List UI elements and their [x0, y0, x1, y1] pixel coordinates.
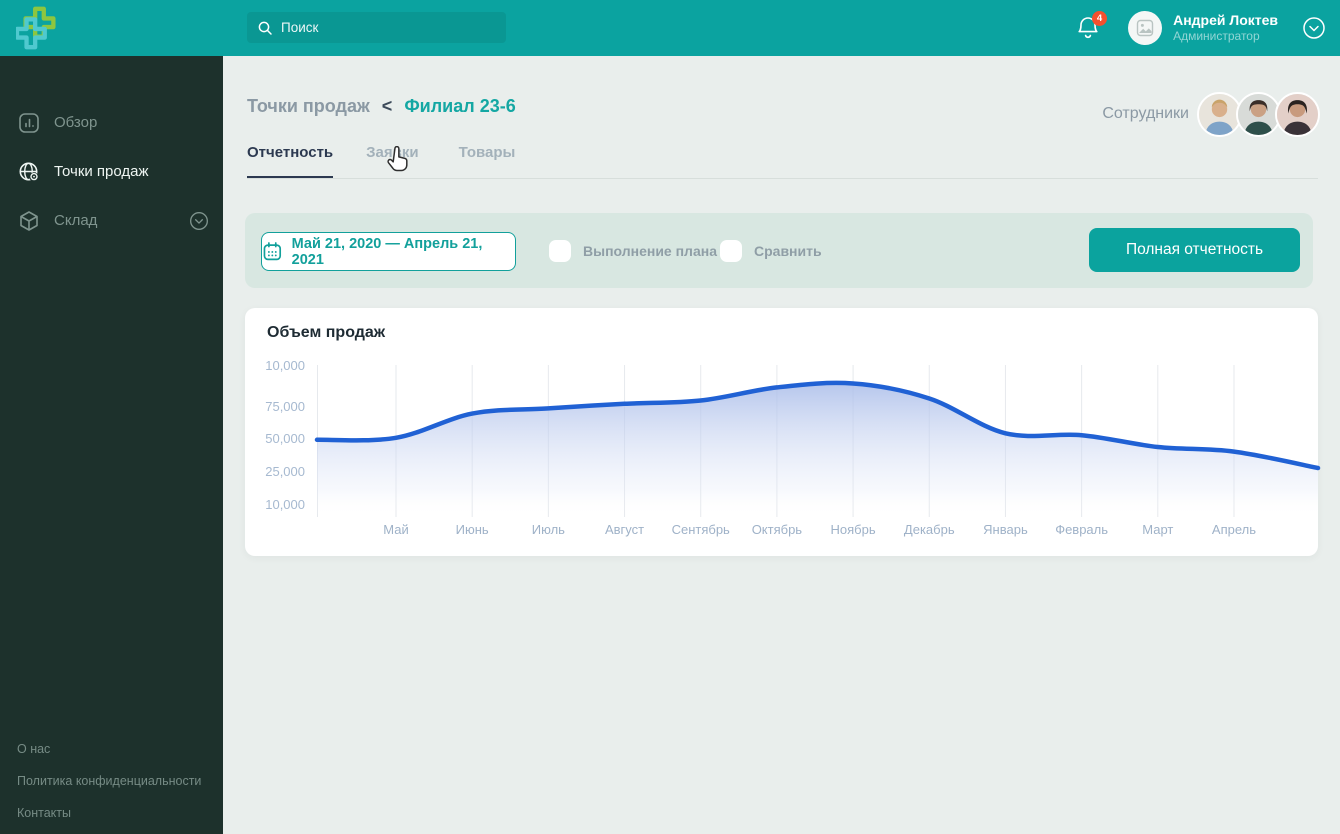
- notification-count-badge: 4: [1092, 11, 1108, 26]
- plan-checkbox-group[interactable]: Выполнение плана: [549, 240, 717, 262]
- compare-checkbox-group[interactable]: Сравнить: [720, 240, 822, 262]
- compare-checkbox[interactable]: [720, 240, 742, 262]
- x-axis-tick: Июль: [531, 522, 565, 537]
- sidebar-footer: О нас Политика конфиденциальности Контак…: [17, 724, 201, 820]
- sidebar-item-label: Склад: [54, 212, 98, 229]
- employees-label: Сотрудники: [1102, 105, 1189, 122]
- main-content: Точки продаж < Филиал 23-6 Сотрудники От…: [223, 56, 1340, 834]
- x-axis-tick: Март: [1142, 522, 1174, 537]
- notifications-button[interactable]: 4: [1076, 11, 1108, 42]
- box-icon: [20, 210, 38, 231]
- calendar-icon: [263, 242, 282, 261]
- y-axis-tick: 10,000: [265, 358, 305, 373]
- date-range-value: Май 21, 2020 — Апрель 21, 2021: [291, 235, 483, 268]
- tab-bar: Отчетность Заявки Товары: [247, 144, 515, 179]
- user-avatar[interactable]: [1128, 11, 1163, 45]
- full-report-button[interactable]: Полная отчетность: [1089, 228, 1300, 272]
- sidebar-item-label: Обзор: [54, 114, 98, 131]
- date-range-picker[interactable]: Май 21, 2020 — Апрель 21, 2021: [261, 232, 516, 271]
- user-name: Андрей Локтев: [1173, 12, 1278, 28]
- image-placeholder-icon: [1136, 19, 1154, 37]
- tab-reports[interactable]: Отчетность: [247, 144, 334, 179]
- y-axis-tick: 50,000: [265, 431, 305, 446]
- company-logo[interactable]: [14, 5, 62, 51]
- sidebar-item-overview[interactable]: Обзор: [0, 98, 223, 147]
- compare-checkbox-label: Сравнить: [754, 243, 822, 259]
- y-axis-tick: 75,000: [265, 399, 305, 414]
- x-axis-tick: Апрель: [1211, 522, 1257, 537]
- search-bar[interactable]: [247, 12, 506, 43]
- breadcrumb: Точки продаж < Филиал 23-6: [247, 96, 516, 117]
- breadcrumb-parent[interactable]: Точки продаж: [247, 96, 370, 116]
- footer-link-about[interactable]: О нас: [17, 742, 201, 756]
- x-axis-tick: Май: [383, 522, 409, 537]
- employee-photo-3: [1277, 93, 1318, 135]
- employee-avatar-3[interactable]: [1275, 91, 1320, 137]
- x-axis-tick: Сентябрь: [671, 522, 730, 537]
- search-icon: [258, 21, 272, 35]
- sales-volume-area-chart: [314, 365, 1321, 517]
- tab-products[interactable]: Товары: [459, 144, 516, 179]
- breadcrumb-separator: <: [381, 96, 393, 116]
- sidebar: Обзор Точки продаж Склад О нас Политика …: [0, 56, 223, 834]
- tab-divider: [247, 178, 1318, 179]
- expand-chevron-down-icon[interactable]: [189, 211, 209, 231]
- tab-requests[interactable]: Заявки: [366, 144, 418, 179]
- search-input[interactable]: [281, 20, 496, 35]
- y-axis-tick: 10,000: [265, 497, 305, 512]
- x-axis-tick: Октябрь: [751, 522, 803, 537]
- footer-link-contacts[interactable]: Контакты: [17, 806, 201, 820]
- plan-checkbox[interactable]: [549, 240, 571, 262]
- sidebar-item-points-of-sale[interactable]: Точки продаж: [0, 147, 223, 196]
- top-header: 4 Андрей Локтев Администратор: [0, 0, 1340, 56]
- x-axis-tick: Февраль: [1055, 522, 1109, 537]
- chart-title: Объем продаж: [267, 324, 386, 341]
- x-axis-tick: Январь: [983, 522, 1028, 537]
- x-axis-tick: Декабрь: [903, 522, 955, 537]
- sales-volume-card: Объем продаж 10,000 75,000 50,000 25,000…: [245, 308, 1321, 556]
- header-chevron-down-icon[interactable]: [1302, 16, 1326, 40]
- x-axis-tick: Август: [604, 522, 645, 537]
- app-window: 4 Андрей Локтев Администратор: [0, 0, 1340, 834]
- globe-pin-icon: [19, 162, 39, 182]
- bar-chart-icon: [19, 112, 39, 133]
- user-info[interactable]: Андрей Локтев Администратор: [1173, 12, 1278, 44]
- crosses-logo-icon: [14, 6, 56, 50]
- footer-link-privacy-policy[interactable]: Политика конфиденциальности: [17, 774, 201, 788]
- y-axis-tick: 25,000: [265, 464, 305, 479]
- x-axis-tick: Ноябрь: [830, 522, 876, 537]
- employees-group: Сотрудники: [1102, 91, 1320, 137]
- plan-checkbox-label: Выполнение плана: [583, 243, 717, 259]
- employee-photo-2: [1238, 93, 1279, 135]
- sidebar-item-label: Точки продаж: [54, 163, 149, 180]
- filter-panel: Май 21, 2020 — Апрель 21, 2021 Выполнени…: [245, 213, 1313, 288]
- x-axis-tick: Июнь: [455, 522, 489, 537]
- employee-photo-1: [1199, 93, 1240, 135]
- user-role: Администратор: [1173, 29, 1260, 43]
- sidebar-item-warehouse[interactable]: Склад: [0, 196, 223, 245]
- breadcrumb-current: Филиал 23-6: [404, 96, 516, 116]
